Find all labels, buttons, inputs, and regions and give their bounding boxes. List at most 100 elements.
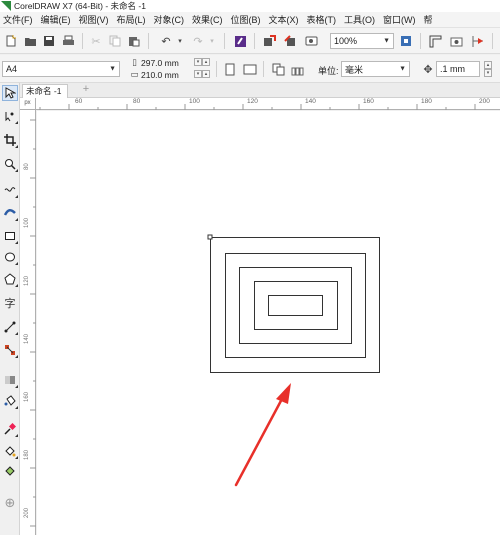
- current-page-icon[interactable]: [290, 61, 306, 77]
- new-document-icon[interactable]: [3, 33, 19, 49]
- corel-connect-icon[interactable]: [232, 33, 248, 49]
- cut-icon[interactable]: ✂: [88, 33, 104, 49]
- copy-icon[interactable]: [107, 33, 123, 49]
- concentric-rect-3[interactable]: [239, 267, 352, 344]
- chevron-down-icon: ▼: [383, 37, 390, 45]
- menu-bar: 文件(F) 编辑(E) 视图(V) 布局(L) 对象(C) 效果(C) 位图(B…: [0, 12, 500, 28]
- menu-tools[interactable]: 工具(O): [340, 12, 379, 28]
- interactive-fill-icon[interactable]: [2, 393, 18, 409]
- hruler-tick-label: 140: [305, 98, 316, 105]
- blend-tool-icon[interactable]: [2, 342, 18, 358]
- horizontal-ruler[interactable]: 60 80 100 120 140 160 180 200: [36, 98, 500, 110]
- menu-effects[interactable]: 效果(C): [188, 12, 227, 28]
- concentric-rect-2[interactable]: [225, 253, 366, 358]
- page-width-field[interactable]: 297.0 mm: [141, 58, 179, 68]
- fill-tool-icon[interactable]: [2, 443, 18, 459]
- paste-icon[interactable]: [126, 33, 142, 49]
- export-icon[interactable]: [282, 33, 298, 49]
- zoom-tool-icon[interactable]: [2, 156, 18, 172]
- drawing-canvas[interactable]: [37, 111, 500, 535]
- menu-table[interactable]: 表格(T): [303, 12, 341, 28]
- menu-help[interactable]: 帮: [420, 12, 437, 28]
- toolbar-divider: [224, 33, 225, 49]
- polygon-tool-icon[interactable]: [2, 271, 18, 287]
- nudge-spinner-up-icon[interactable]: ▴: [484, 61, 492, 69]
- save-icon[interactable]: [41, 33, 57, 49]
- page-size-combo[interactable]: A4 ▼: [2, 61, 120, 77]
- flyout-corner-icon: [15, 121, 18, 124]
- vertical-ruler-ticks: [30, 119, 36, 527]
- flyout-corner-icon: [15, 434, 18, 437]
- height-spinner-icon[interactable]: ▴: [202, 70, 210, 78]
- snap-to-icon[interactable]: [470, 33, 486, 49]
- menu-file[interactable]: 文件(F): [0, 12, 37, 28]
- nudge-spinner-down-icon[interactable]: ▾: [484, 69, 492, 77]
- full-screen-preview-icon[interactable]: [398, 33, 414, 49]
- ellipse-tool-icon[interactable]: [2, 249, 18, 265]
- window-title: CorelDRAW X7 (64-Bit) - 未命名 -1: [14, 1, 146, 11]
- concentric-rect-4[interactable]: [254, 281, 338, 330]
- menu-bitmaps[interactable]: 位图(B): [227, 12, 265, 28]
- text-tool-icon[interactable]: 字: [2, 295, 18, 311]
- flyout-corner-icon: [15, 262, 18, 265]
- landscape-icon[interactable]: [242, 61, 258, 77]
- flyout-corner-icon: [15, 241, 18, 244]
- undo-dropdown-icon[interactable]: ▾: [172, 33, 188, 49]
- add-tab-icon[interactable]: +: [80, 84, 92, 96]
- pick-tool-icon[interactable]: [2, 85, 18, 101]
- menu-window[interactable]: 窗口(W): [379, 12, 420, 28]
- vertical-ruler[interactable]: 80 100 120 140 160 180 200: [20, 110, 36, 535]
- menu-layout[interactable]: 布局(L): [113, 12, 150, 28]
- hruler-tick-label: 160: [363, 98, 374, 105]
- menu-view[interactable]: 视图(V): [75, 12, 113, 28]
- portrait-icon[interactable]: [222, 61, 238, 77]
- page-width-row: ▯ 297.0 mm: [130, 57, 179, 68]
- standard-toolbar: ✂ ↶ ▾ ↷ ▾ 100% ▼: [0, 28, 500, 54]
- rectangle-tool-icon[interactable]: [2, 228, 18, 244]
- menu-object[interactable]: 对象(C): [150, 12, 189, 28]
- toolbar-divider: [420, 33, 421, 49]
- artistic-media-icon[interactable]: [2, 205, 18, 221]
- connector-tool-icon[interactable]: [2, 319, 18, 335]
- print-icon[interactable]: [60, 33, 76, 49]
- height-spinner-icon[interactable]: ▾: [194, 70, 202, 78]
- toolbar-divider: [254, 33, 255, 49]
- import-icon[interactable]: [261, 33, 277, 49]
- unit-combo[interactable]: 毫米 ▼: [341, 61, 410, 77]
- show-grid-icon[interactable]: [448, 33, 464, 49]
- tab-document[interactable]: 未命名 -1: [22, 84, 69, 98]
- flyout-corner-icon: [15, 355, 18, 358]
- shape-tool-icon[interactable]: [2, 108, 18, 124]
- eyedropper-tool-icon[interactable]: [2, 421, 18, 437]
- selection-node-handle[interactable]: [207, 234, 213, 240]
- zoom-level-combo[interactable]: 100% ▼: [330, 33, 394, 49]
- toolbar-divider: [216, 61, 217, 77]
- concentric-rect-outer[interactable]: [210, 237, 380, 373]
- show-rulers-icon[interactable]: [427, 33, 443, 49]
- width-spinner-icon[interactable]: ▴: [202, 58, 210, 66]
- crop-tool-icon[interactable]: [2, 132, 18, 148]
- red-annotation-arrow: [234, 383, 291, 487]
- nudge-distance-field[interactable]: .1 mm: [436, 61, 480, 77]
- open-folder-icon[interactable]: [22, 33, 38, 49]
- vruler-tick-label: 140: [24, 333, 30, 344]
- menu-text[interactable]: 文本(X): [265, 12, 303, 28]
- transparency-tool-icon[interactable]: [2, 372, 18, 388]
- menu-edit[interactable]: 编辑(E): [37, 12, 75, 28]
- smart-fill-tool-icon[interactable]: [2, 463, 18, 479]
- all-pages-icon[interactable]: [270, 61, 286, 77]
- unit-label: 单位:: [318, 66, 339, 76]
- redo-dropdown-icon[interactable]: ▾: [204, 33, 220, 49]
- hruler-tick-label: 120: [247, 98, 258, 105]
- vruler-tick-label: 80: [24, 163, 30, 170]
- flyout-corner-icon: [15, 145, 18, 148]
- freehand-tool-icon[interactable]: [2, 182, 18, 198]
- width-spinner-icon[interactable]: ▾: [194, 58, 202, 66]
- add-tool-icon[interactable]: ⊕: [2, 495, 18, 511]
- publish-pdf-icon[interactable]: [303, 33, 319, 49]
- flyout-corner-icon: [15, 218, 18, 221]
- flyout-corner-icon: [15, 332, 18, 335]
- ruler-corner[interactable]: px: [20, 98, 36, 110]
- page-height-field[interactable]: 210.0 mm: [141, 70, 179, 80]
- concentric-rect-inner[interactable]: [268, 295, 323, 316]
